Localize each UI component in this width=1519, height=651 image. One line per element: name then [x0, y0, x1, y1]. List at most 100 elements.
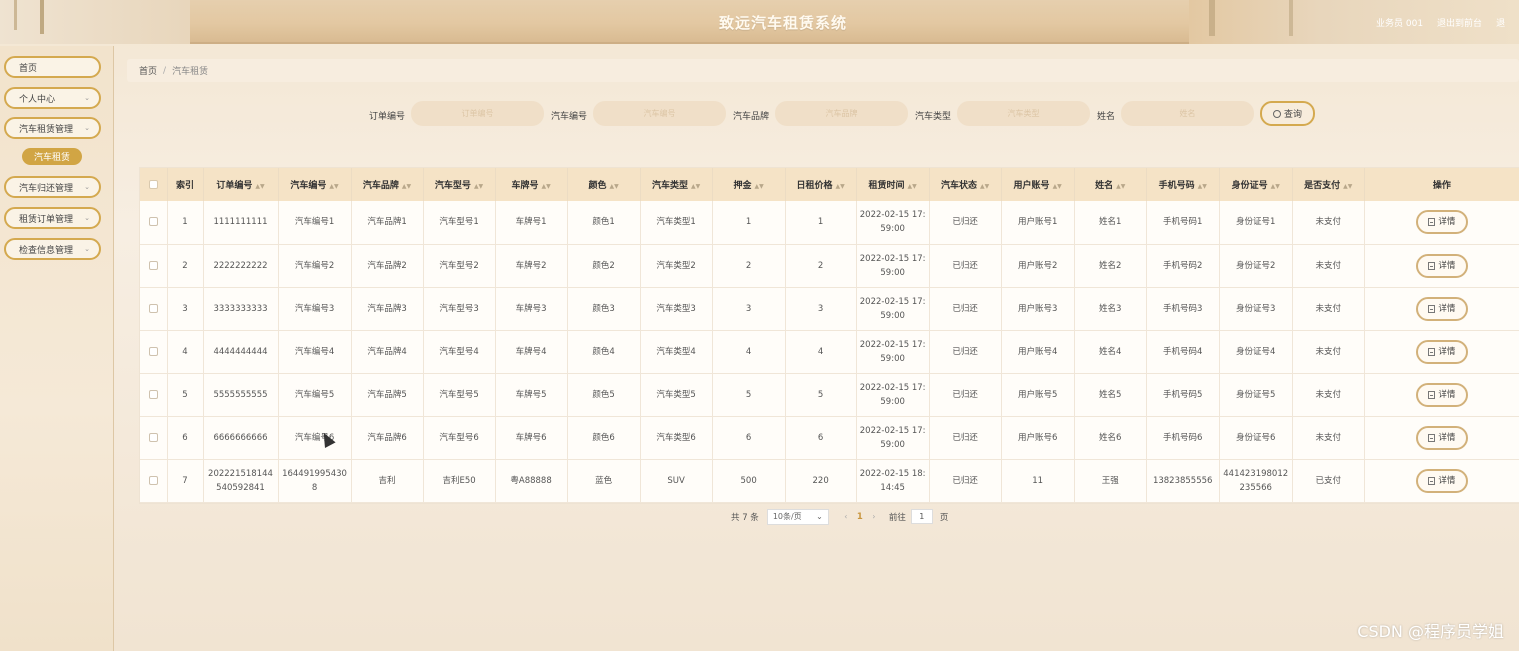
header-decoration-left [0, 0, 190, 44]
page-number[interactable]: 1 [853, 512, 867, 522]
row-checkbox[interactable] [148, 346, 158, 356]
page-unit-label: 页 [939, 512, 949, 523]
column-header[interactable]: 租赁时间 ▲▼ [856, 168, 930, 201]
current-user: 业务员 001 [1376, 19, 1424, 29]
next-page-button[interactable]: › [867, 512, 881, 521]
car-brand-input[interactable] [775, 101, 908, 126]
row-checkbox-cell [140, 330, 168, 374]
page-size-select[interactable]: 10条/页 ⌄ [766, 508, 829, 525]
sort-icon: ▲▼ [1052, 183, 1062, 190]
row-checkbox[interactable] [148, 475, 158, 485]
detail-button[interactable]: 详情 [1415, 425, 1468, 450]
table-cell: 手机号码4 [1146, 330, 1220, 374]
detail-button[interactable]: 详情 [1415, 339, 1468, 364]
action-cell: 详情 [1364, 416, 1519, 460]
document-icon [1428, 261, 1436, 270]
column-header[interactable]: 汽车类型 ▲▼ [640, 168, 713, 201]
table-cell: 汽车品牌3 [351, 287, 424, 331]
table-cell: 用户账号3 [1001, 287, 1075, 331]
table-cell: 4 [167, 330, 204, 374]
detail-button-label: 详情 [1438, 475, 1456, 486]
table-cell: 1644919954308 [278, 459, 352, 503]
sort-icon: ▲▼ [690, 183, 701, 190]
table-cell: 4 [712, 330, 786, 374]
logout-link[interactable]: 退 [1496, 16, 1505, 29]
sidebar-item-rental-order-management[interactable]: 租赁订单管理 ⌄ [4, 207, 101, 229]
table-cell: 车牌号6 [495, 416, 568, 460]
row-checkbox[interactable] [148, 217, 158, 227]
column-header[interactable]: 汽车型号 ▲▼ [423, 168, 496, 201]
app-title: 致远汽车租赁系统 [718, 14, 847, 32]
column-header[interactable]: 车牌号 ▲▼ [495, 168, 568, 201]
detail-button-label: 详情 [1438, 432, 1456, 443]
sidebar-item-home[interactable]: 首页 [4, 56, 101, 78]
table-cell: 5555555555 [203, 373, 279, 417]
column-header[interactable]: 用户账号 ▲▼ [1001, 168, 1075, 201]
detail-button[interactable]: 详情 [1415, 210, 1468, 235]
column-header[interactable]: 姓名 ▲▼ [1074, 168, 1147, 201]
action-cell: 详情 [1364, 373, 1519, 417]
breadcrumb-home[interactable]: 首页 [139, 64, 157, 77]
car-no-input[interactable] [593, 101, 726, 126]
row-checkbox[interactable] [148, 260, 158, 270]
name-label: 姓名 [1097, 112, 1116, 122]
car-brand-label: 汽车品牌 [733, 112, 770, 122]
table-cell: 姓名2 [1074, 244, 1147, 288]
detail-button-label: 详情 [1438, 303, 1456, 314]
table-cell: 4 [785, 330, 857, 374]
sidebar-subitem-car-rental[interactable]: 汽车租赁 [22, 148, 82, 165]
table-cell: 未支付 [1292, 201, 1365, 245]
back-to-frontend-link[interactable]: 退出到前台 [1437, 16, 1482, 29]
search-button[interactable]: 查询 [1260, 101, 1315, 126]
column-header[interactable]: 汽车状态 ▲▼ [929, 168, 1002, 201]
column-header[interactable]: 是否支付 ▲▼ [1292, 168, 1365, 201]
table-cell: 汽车编号6 [278, 416, 352, 460]
document-icon [1428, 347, 1436, 356]
table-cell: 颜色2 [567, 244, 641, 288]
chevron-down-icon: ⌄ [84, 214, 90, 222]
table-cell: 1 [167, 201, 204, 245]
column-header[interactable]: 手机号码 ▲▼ [1146, 168, 1220, 201]
sidebar-item-car-return-management[interactable]: 汽车归还管理 ⌄ [4, 176, 101, 198]
user-links: 业务员 001 退出到前台 退 [1376, 16, 1505, 29]
search-button-label: 查询 [1283, 110, 1302, 120]
table-cell: 3 [785, 287, 857, 331]
order-no-input[interactable] [411, 101, 544, 126]
sort-icon: ▲▼ [1270, 183, 1280, 190]
detail-button[interactable]: 详情 [1415, 382, 1468, 407]
table-cell: 5 [712, 373, 786, 417]
main-content: 首页 / 汽车租赁 订单编号 汽车编号 汽车品牌 汽车类型 姓名 查询 [114, 46, 1519, 651]
column-header[interactable]: 颜色 ▲▼ [567, 168, 641, 201]
car-type-input[interactable] [957, 101, 1090, 126]
table-cell: 汽车品牌5 [351, 373, 424, 417]
column-header[interactable]: 日租价格 ▲▼ [785, 168, 857, 201]
row-checkbox[interactable] [148, 389, 158, 399]
detail-button[interactable]: 详情 [1415, 468, 1468, 493]
top-bar: 致远汽车租赁系统 业务员 001 退出到前台 退 [0, 0, 1519, 44]
name-input[interactable] [1121, 101, 1254, 126]
table-cell: 汽车类型6 [640, 416, 713, 460]
column-header[interactable]: 身份证号 ▲▼ [1219, 168, 1293, 201]
column-header[interactable]: 汽车品牌 ▲▼ [351, 168, 424, 201]
table-cell: 车牌号5 [495, 373, 568, 417]
detail-button[interactable]: 详情 [1415, 253, 1468, 278]
sidebar-item-label: 检查信息管理 [19, 245, 74, 256]
row-checkbox[interactable] [148, 303, 158, 313]
goto-input[interactable]: 1 [910, 509, 933, 524]
table-row: 3 3333333333 汽车编号3 汽车品牌3 汽车型号3 车牌号3 颜色3 汽车类型3 3 3… [140, 287, 1519, 331]
sidebar-item-inspection-management[interactable]: 检查信息管理 ⌄ [4, 238, 101, 260]
document-icon [1428, 304, 1436, 313]
table-cell: 6666666666 [203, 416, 279, 460]
sidebar-item-personal-center[interactable]: 个人中心 ⌄ [4, 87, 101, 109]
column-header[interactable]: 押金 ▲▼ [712, 168, 786, 201]
prev-page-button[interactable]: ‹ [839, 512, 853, 521]
document-icon [1428, 433, 1436, 442]
detail-button[interactable]: 详情 [1415, 296, 1468, 321]
table-cell: 已归还 [929, 373, 1002, 417]
column-header[interactable]: 汽车编号 ▲▼ [278, 168, 352, 201]
row-checkbox[interactable] [148, 432, 158, 442]
sidebar-item-car-rental-management[interactable]: 汽车租赁管理 ⌄ [4, 117, 101, 139]
column-header[interactable]: 订单编号 ▲▼ [203, 168, 279, 201]
table-cell: 姓名3 [1074, 287, 1147, 331]
select-all-checkbox[interactable] [148, 179, 158, 189]
